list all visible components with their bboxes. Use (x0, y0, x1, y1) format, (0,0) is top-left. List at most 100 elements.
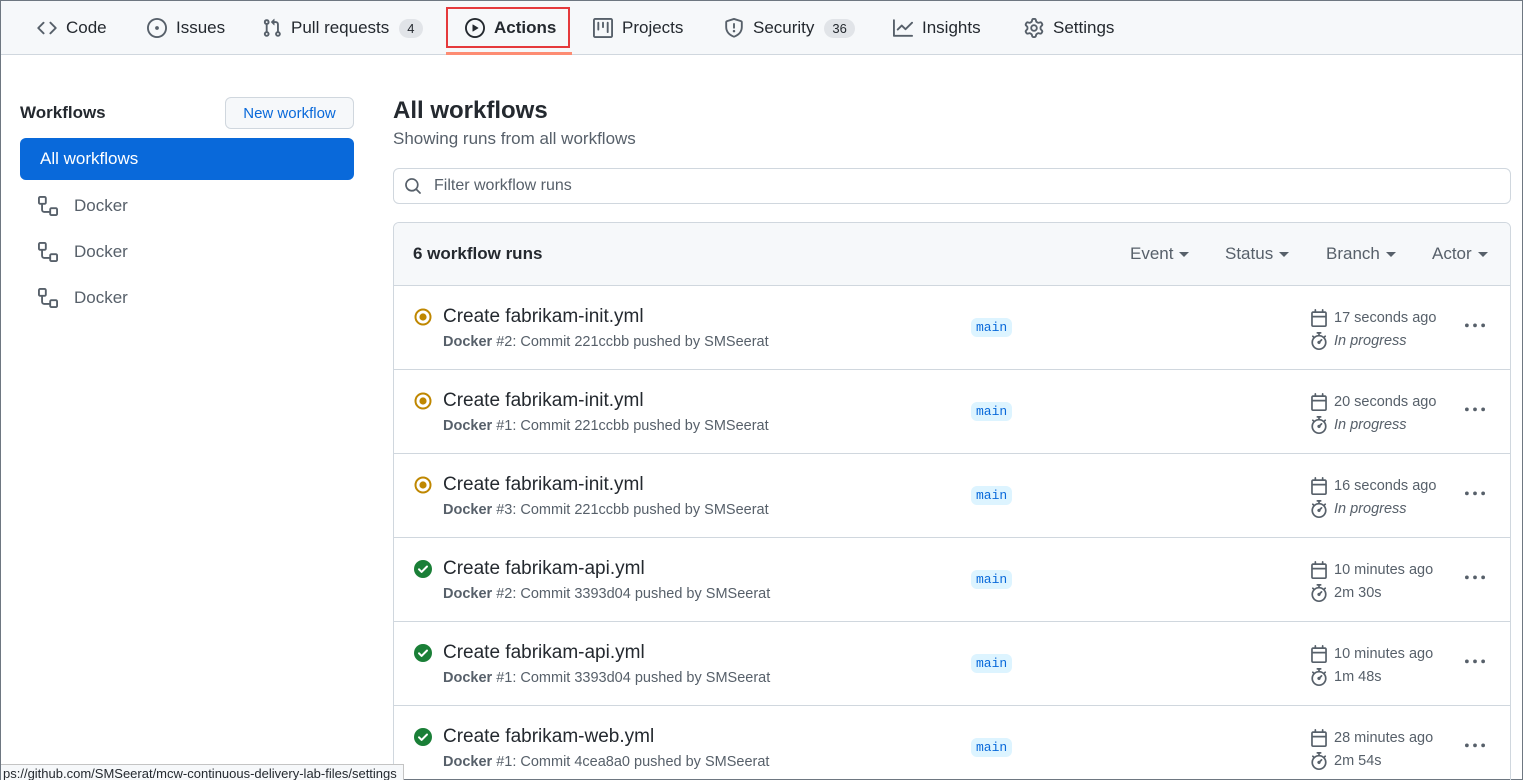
table-icon (593, 18, 613, 38)
code-icon (37, 18, 57, 38)
run-meta: Docker #3: Commit 221ccbb pushed by SMSe… (443, 502, 769, 518)
run-started: 17 seconds ago (1310, 309, 1436, 327)
tab-issues[interactable]: Issues (147, 1, 225, 55)
runs-header: 6 workflow runs Event Status Branch Acto… (394, 223, 1510, 286)
run-started-text: 10 minutes ago (1334, 646, 1434, 662)
run-title[interactable]: Create fabrikam-init.yml (443, 474, 644, 496)
sidebar-item-label: Docker (74, 196, 128, 215)
sidebar-item-label: Docker (74, 242, 128, 261)
run-title[interactable]: Create fabrikam-init.yml (443, 306, 644, 328)
workflow-run-row[interactable]: Create fabrikam-api.yml Docker #1: Commi… (394, 622, 1510, 706)
tab-label: Security (753, 18, 815, 37)
repo-nav: Code Issues Pull requests 4 Actions Proj… (1, 1, 1522, 55)
tab-code[interactable]: Code (37, 1, 107, 55)
dropdown-label: Status (1225, 244, 1274, 263)
workflow-run-row[interactable]: Create fabrikam-init.yml Docker #2: Comm… (394, 286, 1510, 370)
run-commit-info: #2: Commit 221ccbb pushed by SMSeerat (492, 334, 769, 350)
run-duration: In progress (1310, 332, 1407, 350)
run-workflow-name: Docker (443, 418, 493, 434)
run-started-text: 28 minutes ago (1334, 730, 1434, 746)
run-title[interactable]: Create fabrikam-api.yml (443, 642, 645, 664)
run-started-text: 16 seconds ago (1334, 478, 1437, 494)
event-filter-dropdown[interactable]: Event (1130, 244, 1190, 264)
run-workflow-name: Docker (443, 586, 493, 602)
run-duration: 2m 30s (1310, 584, 1382, 602)
kebab-menu-icon[interactable] (1462, 316, 1488, 336)
branch-filter-dropdown[interactable]: Branch (1326, 244, 1396, 264)
run-duration-text: In progress (1334, 333, 1407, 349)
run-duration-text: In progress (1334, 417, 1407, 433)
kebab-menu-icon[interactable] (1462, 568, 1488, 588)
run-commit-info: #2: Commit 3393d04 pushed by SMSeerat (492, 586, 771, 602)
kebab-menu-icon[interactable] (1462, 652, 1488, 672)
run-duration-text: In progress (1334, 501, 1407, 517)
run-title[interactable]: Create fabrikam-api.yml (443, 558, 645, 580)
sidebar-item-label: Docker (74, 288, 128, 307)
caret-down-icon (1385, 251, 1396, 257)
filter-workflow-runs[interactable] (393, 168, 1511, 204)
calendar-icon (1310, 645, 1328, 663)
branch-label[interactable]: main (971, 402, 1013, 421)
stopwatch-icon (1310, 668, 1328, 686)
branch-label[interactable]: main (971, 318, 1013, 337)
new-workflow-button[interactable]: New workflow (225, 97, 354, 129)
dropdown-label: Branch (1326, 244, 1380, 263)
run-duration-text: 2m 30s (1334, 585, 1382, 601)
actor-filter-dropdown[interactable]: Actor (1432, 244, 1488, 264)
browser-status-bar: ps://github.com/SMSeerat/mcw-continuous-… (1, 764, 404, 780)
page-title: All workflows (393, 97, 548, 124)
stopwatch-icon (1310, 752, 1328, 770)
run-commit-info: #1: Commit 3393d04 pushed by SMSeerat (492, 670, 771, 686)
run-started: 10 minutes ago (1310, 561, 1433, 579)
branch-label[interactable]: main (971, 738, 1013, 757)
filter-input[interactable] (434, 177, 1334, 195)
page-subtitle: Showing runs from all workflows (393, 129, 636, 148)
caret-down-icon (1477, 251, 1488, 257)
run-meta: Docker #1: Commit 3393d04 pushed by SMSe… (443, 670, 770, 686)
stopwatch-icon (1310, 500, 1328, 518)
calendar-icon (1310, 309, 1328, 327)
workflow-run-row[interactable]: Create fabrikam-init.yml Docker #1: Comm… (394, 370, 1510, 454)
run-started-text: 10 minutes ago (1334, 562, 1434, 578)
tab-pull-requests[interactable]: Pull requests 4 (262, 1, 423, 55)
tab-projects[interactable]: Projects (593, 1, 683, 55)
graph-icon (893, 18, 913, 38)
tab-security[interactable]: Security 36 (724, 1, 855, 55)
branch-label[interactable]: main (971, 486, 1013, 505)
pull-requests-count-badge: 4 (399, 18, 423, 38)
gear-icon (1024, 18, 1044, 38)
branch-label[interactable]: main (971, 570, 1013, 589)
tab-settings[interactable]: Settings (1024, 1, 1114, 55)
run-started-text: 20 seconds ago (1334, 394, 1437, 410)
stopwatch-icon (1310, 416, 1328, 434)
workflow-run-row[interactable]: Create fabrikam-init.yml Docker #3: Comm… (394, 454, 1510, 538)
caret-down-icon (1279, 251, 1290, 257)
kebab-menu-icon[interactable] (1462, 484, 1488, 504)
sidebar-item-docker[interactable]: Docker (20, 186, 354, 226)
run-duration-text: 2m 54s (1334, 753, 1382, 769)
branch-label[interactable]: main (971, 654, 1013, 673)
run-commit-info: #1: Commit 221ccbb pushed by SMSeerat (492, 418, 769, 434)
check-circle-icon (414, 644, 432, 662)
workflow-run-row[interactable]: Create fabrikam-web.yml Docker #1: Commi… (394, 706, 1510, 780)
run-title[interactable]: Create fabrikam-web.yml (443, 726, 654, 748)
stopwatch-icon (1310, 332, 1328, 350)
run-title[interactable]: Create fabrikam-init.yml (443, 390, 644, 412)
sidebar-item-docker[interactable]: Docker (20, 232, 354, 272)
tab-label: Code (66, 18, 107, 37)
run-started: 28 minutes ago (1310, 729, 1433, 747)
sidebar-item-docker[interactable]: Docker (20, 278, 354, 318)
run-workflow-name: Docker (443, 334, 493, 350)
run-started: 20 seconds ago (1310, 393, 1436, 411)
in-progress-icon (414, 476, 432, 494)
kebab-menu-icon[interactable] (1462, 736, 1488, 756)
kebab-menu-icon[interactable] (1462, 400, 1488, 420)
tab-insights[interactable]: Insights (893, 1, 981, 55)
sidebar-item-all-workflows[interactable]: All workflows (20, 138, 354, 180)
run-commit-info: #3: Commit 221ccbb pushed by SMSeerat (492, 502, 769, 518)
tab-label: Settings (1053, 18, 1115, 37)
status-filter-dropdown[interactable]: Status (1225, 244, 1290, 264)
tab-label: Insights (922, 18, 981, 37)
run-meta: Docker #2: Commit 221ccbb pushed by SMSe… (443, 334, 769, 350)
workflow-run-row[interactable]: Create fabrikam-api.yml Docker #2: Commi… (394, 538, 1510, 622)
